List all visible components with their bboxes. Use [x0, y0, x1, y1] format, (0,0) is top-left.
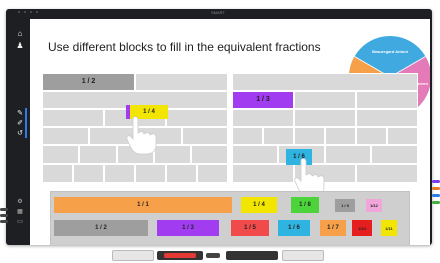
red-pen-icon[interactable]	[164, 253, 196, 258]
cable	[432, 201, 440, 204]
grid-cell	[42, 109, 104, 127]
cable	[432, 187, 440, 190]
tray-block[interactable]: 1 / 3	[157, 220, 219, 236]
instruction-title: Use different blocks to fill in the equi…	[48, 40, 321, 54]
grid-cell	[387, 127, 418, 145]
tray-block[interactable]: 1 / 6	[278, 220, 310, 236]
grid-cell	[191, 145, 228, 164]
tray-block[interactable]: 1 / 2	[54, 220, 148, 236]
grid-cell	[166, 164, 197, 183]
grid-cell	[42, 127, 89, 145]
pie-label-beauregard: Beauregard Antoni	[372, 49, 408, 54]
select-icon[interactable]: ↺	[15, 129, 25, 139]
user-switch-icon[interactable]: ♟	[15, 41, 25, 51]
cable	[432, 194, 440, 197]
grid-cell	[73, 164, 104, 183]
grid-cell	[104, 164, 135, 183]
eraser-icon[interactable]: ✐	[15, 119, 25, 129]
right-top-label: 1 / 3	[256, 96, 270, 103]
grid-cell	[232, 127, 263, 145]
grid-cell	[232, 109, 294, 127]
grid-cell	[166, 109, 228, 127]
grid-cell	[232, 164, 294, 183]
hand-pointer-icon	[126, 116, 157, 155]
cable	[0, 220, 8, 223]
interactive-display: SMART ⌂ ♟ ✎ ✐ ↺ ⚙ ▦ ▭ Use different bloc…	[6, 9, 432, 245]
grid-icon[interactable]: ▦	[15, 207, 25, 217]
active-tool-indicator	[25, 108, 27, 138]
cable	[432, 180, 440, 183]
tray-block[interactable]: 1 / 9	[335, 199, 355, 212]
tray-block[interactable]: 1 / 4	[241, 197, 277, 213]
grid-cell	[325, 127, 356, 145]
grid-cell	[356, 164, 418, 183]
cable	[0, 214, 8, 217]
stand-button-left[interactable]	[112, 250, 154, 261]
grid-cell	[182, 127, 228, 145]
tray-block[interactable]: 1/12	[366, 199, 382, 212]
brand-logo: SMART	[211, 10, 225, 15]
tray-block[interactable]: 1/11	[381, 220, 397, 236]
grid-cell	[325, 145, 371, 164]
grid-cell	[42, 164, 73, 183]
grid-cell	[294, 91, 356, 109]
cable	[0, 208, 8, 211]
grid-cell	[356, 109, 418, 127]
stand-button-right[interactable]	[282, 250, 324, 261]
lesson-screen: Use different blocks to fill in the equi…	[30, 19, 430, 245]
left-top-label: 1 / 2	[81, 78, 96, 85]
grid-cell	[232, 73, 418, 91]
grid-cell	[294, 127, 325, 145]
tray-block[interactable]: 1 / 1	[54, 197, 232, 213]
tray-block[interactable]: 1 / 8	[291, 197, 319, 213]
grid-cell	[232, 145, 278, 164]
tray-block[interactable]: 1 / 7	[320, 220, 346, 236]
grid-cell	[294, 109, 356, 127]
window-icon[interactable]: ▭	[15, 217, 25, 227]
eraser-icon[interactable]	[206, 253, 220, 258]
grid-cell	[371, 145, 418, 164]
grid-cell	[356, 127, 387, 145]
grid-cell	[135, 73, 228, 91]
grid-cell	[135, 164, 166, 183]
tray-block[interactable]: 1/10	[352, 220, 372, 236]
home-icon[interactable]: ⌂	[15, 29, 25, 39]
tray-block[interactable]: 1 / 5	[231, 220, 269, 236]
grid-cell	[42, 145, 79, 164]
grid-cell	[79, 145, 117, 164]
grid-cell	[356, 91, 418, 109]
settings-icon[interactable]: ⚙	[15, 197, 25, 207]
pen-icon[interactable]: ✎	[15, 109, 25, 119]
stand-pen-tray-right[interactable]	[226, 251, 278, 260]
grid-cell	[197, 164, 228, 183]
grid-cell	[263, 127, 294, 145]
